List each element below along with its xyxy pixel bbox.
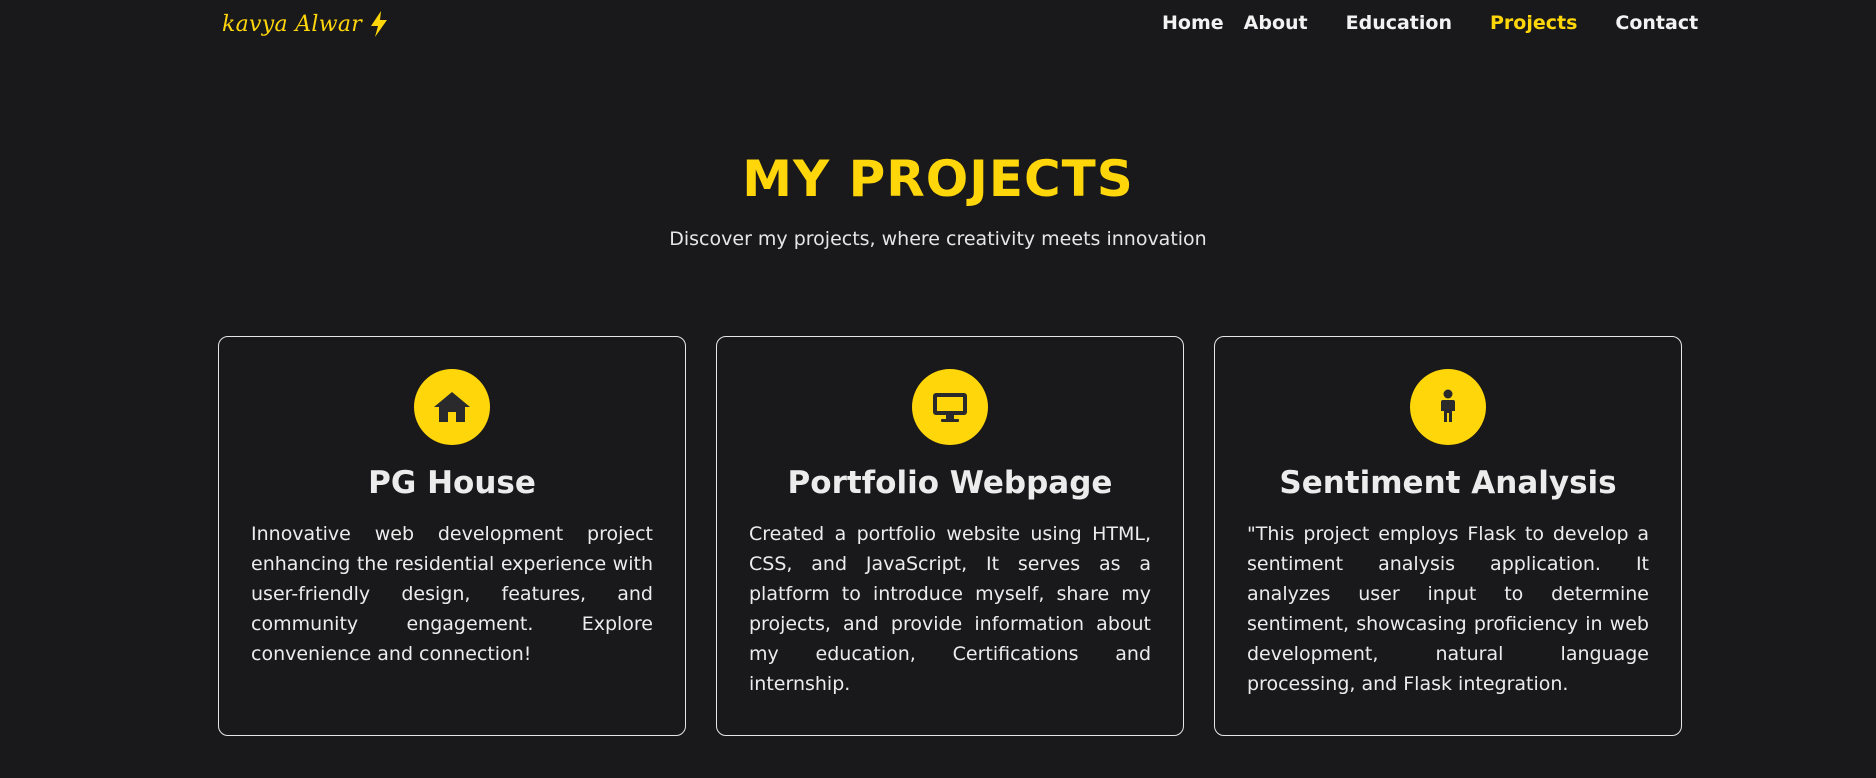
project-description: "This project employs Flask to develop a… — [1247, 523, 1649, 695]
page-title: MY PROJECTS — [742, 150, 1134, 208]
brand-name: kavya Alwar — [222, 11, 363, 37]
brand-logo[interactable]: kavya Alwar — [222, 10, 390, 38]
project-card-portfolio[interactable]: Portfolio Webpage Created a portfolio we… — [716, 336, 1184, 736]
project-description: Created a portfolio website using HTML, … — [749, 523, 1151, 695]
projects-hero: MY PROJECTS Discover my projects, where … — [0, 150, 1876, 250]
nav-link-education[interactable]: Education — [1346, 12, 1452, 34]
nav-link-about[interactable]: About — [1244, 12, 1308, 34]
nav-link-home[interactable]: Home — [1162, 12, 1224, 34]
project-title: Portfolio Webpage — [787, 465, 1113, 501]
project-card-sentiment[interactable]: Sentiment Analysis "This project employs… — [1214, 336, 1682, 736]
desktop-monitor-icon — [912, 369, 988, 445]
nav-link-contact[interactable]: Contact — [1615, 12, 1698, 34]
project-title: Sentiment Analysis — [1279, 465, 1617, 501]
person-icon — [1410, 369, 1486, 445]
house-icon — [414, 369, 490, 445]
nav-link-projects[interactable]: Projects — [1490, 12, 1577, 34]
project-description: Innovative web development project enhan… — [251, 523, 653, 665]
project-title: PG House — [368, 465, 536, 501]
page-subtitle: Discover my projects, where creativity m… — [669, 228, 1207, 250]
navbar: kavya Alwar Home About Education Project… — [0, 0, 1876, 52]
project-cards: PG House Innovative web development proj… — [218, 336, 1682, 736]
main-nav: Home About Education Projects Contact — [1150, 12, 1698, 34]
lightning-bolt-icon — [371, 11, 388, 37]
project-card-pg-house[interactable]: PG House Innovative web development proj… — [218, 336, 686, 736]
